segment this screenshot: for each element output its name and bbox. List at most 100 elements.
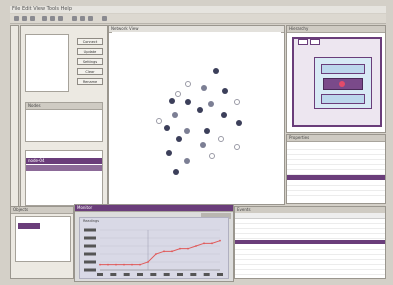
- data-point: [179, 247, 181, 250]
- x-tick-label: [110, 273, 117, 276]
- graph-node[interactable]: [221, 112, 227, 118]
- objects-panel: Objects: [10, 206, 74, 279]
- selected-row[interactable]: node-04: [26, 158, 102, 164]
- hierarchy-diagram[interactable]: [292, 37, 382, 127]
- y-tick-label: [84, 260, 96, 264]
- open-icon[interactable]: [22, 16, 27, 21]
- data-point: [131, 263, 133, 266]
- new-icon[interactable]: [14, 16, 19, 21]
- marker-icon: [339, 81, 345, 87]
- hierarchy-node-selected[interactable]: [323, 78, 363, 90]
- rename-button[interactable]: Rename: [77, 78, 103, 85]
- graph-panel: Network View: [108, 25, 285, 205]
- graph-node[interactable]: [236, 120, 242, 126]
- graph-node[interactable]: [208, 101, 214, 107]
- graph-node[interactable]: [234, 144, 240, 150]
- graph-node[interactable]: [175, 91, 181, 97]
- hierarchy-tab[interactable]: [310, 39, 320, 45]
- data-point: [115, 263, 117, 266]
- graph-node[interactable]: [234, 99, 240, 105]
- palette-area: [25, 34, 69, 92]
- graph-node[interactable]: [197, 107, 203, 113]
- series-line: [100, 240, 221, 266]
- x-tick-label: [123, 273, 130, 276]
- graph-node[interactable]: [166, 150, 172, 156]
- graph-canvas[interactable]: [112, 32, 281, 202]
- graph-node[interactable]: [213, 68, 219, 74]
- fit-icon[interactable]: [88, 16, 93, 21]
- left-dock-strip: [10, 25, 19, 210]
- update-button[interactable]: Update: [77, 48, 103, 55]
- node-list-header: Nodes: [26, 103, 102, 110]
- zoom-out-icon[interactable]: [80, 16, 85, 21]
- settings-button[interactable]: Settings: [77, 58, 103, 65]
- chart-window-header: Monitor: [75, 205, 233, 212]
- paste-icon[interactable]: [58, 16, 63, 21]
- data-point: [211, 242, 213, 245]
- hierarchy-panel: Hierarchy: [286, 25, 386, 133]
- data-point: [195, 245, 197, 247]
- hierarchy-tab[interactable]: [298, 39, 308, 45]
- y-tick-label: [84, 236, 96, 240]
- graph-node[interactable]: [169, 98, 175, 104]
- cut-icon[interactable]: [42, 16, 47, 21]
- x-tick-label: [163, 273, 170, 276]
- property-row[interactable]: [287, 191, 385, 196]
- data-point: [155, 253, 157, 255]
- hierarchy-node[interactable]: [321, 94, 365, 104]
- y-tick-label: [84, 244, 96, 248]
- data-point: [187, 247, 189, 250]
- left-panel: Connect Update Settings Clear Rename Nod…: [20, 25, 108, 210]
- chart-window: Monitor Readings: [74, 204, 234, 282]
- clear-button[interactable]: Clear: [77, 68, 103, 75]
- graph-node[interactable]: [200, 142, 206, 148]
- selected-row-label: node-04: [28, 158, 45, 163]
- node-list[interactable]: Nodes: [25, 102, 103, 142]
- menu-bar[interactable]: File Edit View Tools Help: [12, 6, 72, 12]
- x-tick-label: [137, 273, 143, 276]
- selected-property-row[interactable]: [287, 175, 385, 180]
- data-point: [147, 261, 149, 263]
- objects-list[interactable]: [15, 216, 71, 262]
- data-point: [99, 263, 101, 266]
- properties-header: Properties: [287, 135, 385, 142]
- properties-panel: Properties: [286, 134, 386, 204]
- graph-node[interactable]: [201, 85, 207, 91]
- graph-node[interactable]: [172, 112, 178, 118]
- objects-header: Objects: [11, 207, 73, 214]
- graph-node[interactable]: [173, 169, 179, 175]
- hierarchy-node[interactable]: [321, 64, 365, 74]
- copy-icon[interactable]: [50, 16, 55, 21]
- graph-node[interactable]: [184, 128, 190, 134]
- graph-node[interactable]: [156, 118, 162, 124]
- graph-node[interactable]: [176, 136, 182, 142]
- data-point: [163, 250, 165, 253]
- event-row[interactable]: [235, 234, 385, 239]
- x-tick-label: [97, 273, 103, 276]
- graph-node[interactable]: [222, 88, 228, 94]
- chart-area: Readings: [79, 217, 229, 279]
- selected-event-row[interactable]: [235, 240, 385, 244]
- graph-node[interactable]: [218, 136, 224, 142]
- hierarchy-container[interactable]: [314, 57, 372, 109]
- event-row[interactable]: [235, 270, 385, 275]
- events-panel: Events: [234, 206, 386, 279]
- data-point: [139, 263, 141, 266]
- save-icon[interactable]: [30, 16, 35, 21]
- hierarchy-header: Hierarchy: [287, 26, 385, 33]
- selection-list[interactable]: node-04: [25, 150, 103, 206]
- y-tick-label: [84, 252, 96, 256]
- graph-node[interactable]: [164, 125, 170, 131]
- connect-button[interactable]: Connect: [77, 38, 103, 45]
- graph-node[interactable]: [204, 128, 210, 134]
- data-point: [203, 242, 205, 245]
- data-point: [171, 250, 173, 253]
- selected-row-secondary[interactable]: [26, 165, 102, 171]
- selected-object[interactable]: [18, 223, 40, 229]
- run-icon[interactable]: [102, 16, 107, 21]
- graph-node[interactable]: [185, 81, 191, 87]
- graph-node[interactable]: [185, 99, 191, 105]
- graph-node[interactable]: [184, 158, 190, 164]
- zoom-in-icon[interactable]: [72, 16, 77, 21]
- graph-node[interactable]: [209, 153, 215, 159]
